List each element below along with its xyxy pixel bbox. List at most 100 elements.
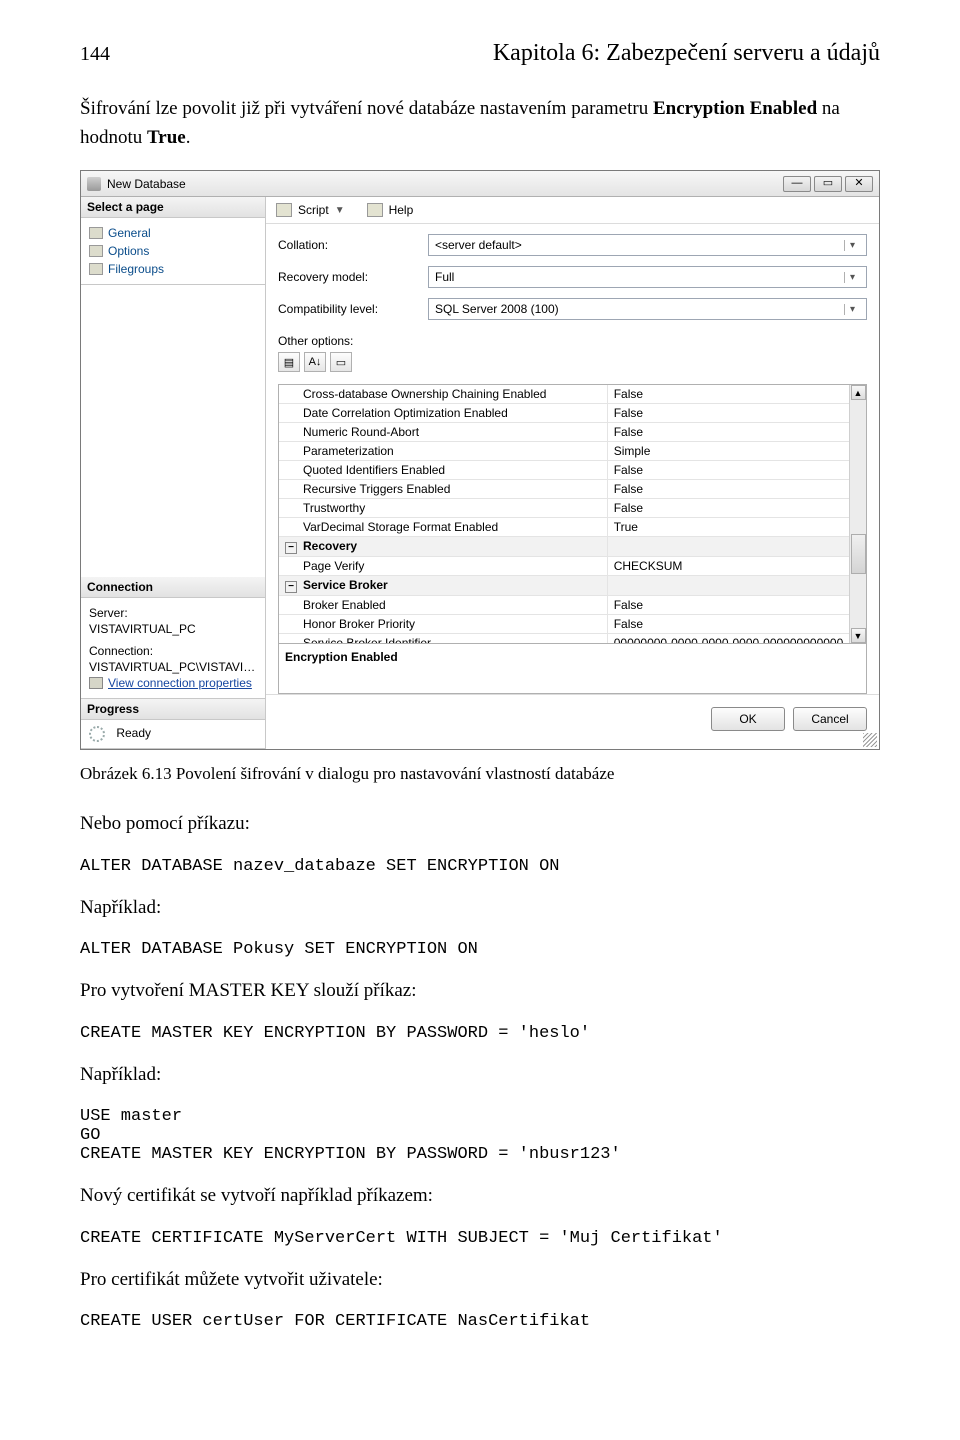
cat-label: Service Broker [303,578,388,592]
prop-row[interactable]: ParameterizationSimple [279,442,866,461]
code-block: CREATE USER certUser FOR CERTIFICATE Nas… [80,1312,880,1331]
dialog-title: New Database [107,177,186,191]
minimize-button[interactable]: — [783,176,811,192]
script-button[interactable]: Script [298,203,329,217]
intro-text-1: Šifrování lze povolit již při vytváření … [80,98,653,119]
sidebar-page-filegroups[interactable]: Filegroups [89,260,257,278]
new-database-dialog: New Database — ▭ ✕ Select a page General… [80,170,880,750]
collation-combo[interactable]: <server default> ▾ [428,234,867,256]
prop-key: Date Correlation Optimization Enabled [279,404,608,422]
cancel-button[interactable]: Cancel [793,707,867,731]
prop-row[interactable]: Date Correlation Optimization EnabledFal… [279,404,866,423]
sidebar-page-options[interactable]: Options [89,242,257,260]
categorized-button[interactable]: ▤ [278,352,300,372]
script-dropdown-icon[interactable]: ▼ [335,205,345,216]
prop-value: False [608,385,866,403]
paragraph: Nebo pomocí příkazu: [80,810,880,839]
prop-value: False [608,404,866,422]
view-connection-properties-link[interactable]: View connection properties [89,676,257,690]
cat-label: Recovery [303,539,357,553]
compatibility-level-combo[interactable]: SQL Server 2008 (100) ▾ [428,298,867,320]
prop-key: Honor Broker Priority [279,615,608,633]
prop-page-verify[interactable]: Page VerifyCHECKSUM [279,557,866,576]
prop-key: Page Verify [279,557,608,575]
resize-grip-icon[interactable] [863,733,877,747]
compatibility-level-value: SQL Server 2008 (100) [435,302,844,316]
sidebar-page-label: General [108,226,151,240]
prop-key: Numeric Round-Abort [279,423,608,441]
scroll-down-icon[interactable]: ▼ [851,628,866,643]
code-block: ALTER DATABASE Pokusy SET ENCRYPTION ON [80,940,880,959]
connection-header: Connection [81,577,265,598]
prop-value: Simple [608,442,866,460]
properties-button[interactable]: ▭ [330,352,352,372]
sidebar-page-general[interactable]: General [89,224,257,242]
progress-status: Ready [116,726,151,740]
page-icon [89,227,103,239]
description-title: Encryption Enabled [285,650,860,664]
page-icon [89,245,103,257]
paragraph: Nový certifikát se vytvoří například pří… [80,1182,880,1211]
prop-row[interactable]: Numeric Round-AbortFalse [279,423,866,442]
intro-text-3: . [186,127,191,148]
server-value: VISTAVIRTUAL_PC [89,622,257,636]
prop-value: False [608,461,866,479]
prop-key: VarDecimal Storage Format Enabled [279,518,608,536]
prop-row[interactable]: Honor Broker PriorityFalse [279,615,866,634]
prop-row[interactable]: Broker EnabledFalse [279,596,866,615]
property-description-pane: Encryption Enabled [278,644,867,694]
prop-value: 00000000-0000-0000-0000-000000000000 [608,634,866,643]
category-service-broker[interactable]: −Service Broker [279,576,866,596]
figure-caption: Obrázek 6.13 Povolení šifrování v dialog… [80,764,880,784]
progress-header: Progress [81,699,265,720]
collation-value: <server default> [435,238,844,252]
prop-row[interactable]: Quoted Identifiers EnabledFalse [279,461,866,480]
prop-row[interactable]: Service Broker Identifier00000000-0000-0… [279,634,866,643]
scroll-up-icon[interactable]: ▲ [851,385,866,400]
vertical-scrollbar[interactable]: ▲ ▼ [849,385,866,643]
paragraph: Pro vytvoření MASTER KEY slouží příkaz: [80,977,880,1006]
prop-key: Recursive Triggers Enabled [279,480,608,498]
paragraph: Například: [80,894,880,923]
prop-row[interactable]: Recursive Triggers EnabledFalse [279,480,866,499]
server-label: Server: [89,606,257,620]
scroll-thumb[interactable] [851,534,866,574]
database-icon [87,177,101,191]
properties-icon [89,677,103,689]
help-icon [367,203,383,217]
help-button[interactable]: Help [389,203,414,217]
recovery-model-combo[interactable]: Full ▾ [428,266,867,288]
prop-value: False [608,615,866,633]
code-block: ALTER DATABASE nazev_databaze SET ENCRYP… [80,857,880,876]
prop-row[interactable]: Cross-database Ownership Chaining Enable… [279,385,866,404]
chevron-down-icon: ▾ [844,240,860,251]
maximize-button[interactable]: ▭ [814,176,842,192]
page-icon [89,263,103,275]
dialog-toolbar: Script ▼ Help [266,197,879,224]
progress-panel: Ready [81,720,265,749]
connection-value: VISTAVIRTUAL_PC\VISTAVIRTl [89,660,257,674]
prop-value: False [608,499,866,517]
recovery-model-label: Recovery model: [278,270,428,284]
alpha-sort-button[interactable]: A↓ [304,352,326,372]
paragraph: Například: [80,1061,880,1090]
dialog-sidebar: Select a page General Options Filegroups… [81,197,266,749]
view-connection-properties-label: View connection properties [108,676,252,690]
paragraph: Pro certifikát můžete vytvořit uživatele… [80,1266,880,1295]
prop-value: False [608,423,866,441]
property-grid[interactable]: Cross-database Ownership Chaining Enable… [278,384,867,644]
chevron-down-icon: ▾ [844,272,860,283]
dialog-titlebar[interactable]: New Database — ▭ ✕ [81,171,879,197]
chevron-down-icon: ▾ [844,304,860,315]
close-button[interactable]: ✕ [845,176,873,192]
category-recovery[interactable]: −Recovery [279,537,866,557]
intro-bold-1: Encryption Enabled [653,98,817,119]
ok-button[interactable]: OK [711,707,785,731]
code-block: CREATE MASTER KEY ENCRYPTION BY PASSWORD… [80,1024,880,1043]
progress-spinner-icon [89,726,105,742]
prop-row[interactable]: VarDecimal Storage Format EnabledTrue [279,518,866,537]
compatibility-level-label: Compatibility level: [278,302,428,316]
intro-bold-2: True [147,127,186,148]
prop-row[interactable]: TrustworthyFalse [279,499,866,518]
select-page-header: Select a page [81,197,265,218]
